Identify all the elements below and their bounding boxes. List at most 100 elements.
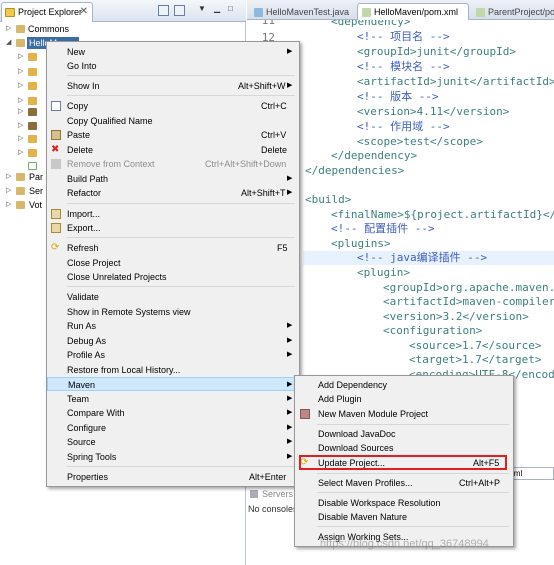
menu-item-properties[interactable]: Properties Alt+Enter bbox=[47, 470, 299, 484]
menu-item-disable-workspace-resolution[interactable]: Disable Workspace Resolution bbox=[295, 496, 513, 510]
java-file-icon bbox=[254, 8, 263, 17]
menu-item-show-in[interactable]: Show In Alt+Shift+W ▶ bbox=[47, 79, 299, 93]
menu-item-maven[interactable]: Maven ▶ bbox=[47, 377, 299, 391]
import-icon bbox=[51, 209, 61, 219]
menu-item-build-path[interactable]: Build Path ▶ bbox=[47, 172, 299, 186]
code-line: <groupId>org.apache.maven. bbox=[383, 281, 554, 294]
close-icon[interactable]: ✕ bbox=[80, 6, 88, 17]
tree-item-parent[interactable]: ▷ Par bbox=[0, 171, 46, 183]
menu-item-import[interactable]: Import... bbox=[47, 207, 299, 221]
project-icon bbox=[16, 173, 25, 181]
menu-item-label: Debug As bbox=[67, 336, 107, 346]
collapse-icon[interactable]: ◢ bbox=[6, 37, 11, 49]
expand-icon[interactable]: ▷ bbox=[18, 106, 23, 118]
menu-item-copy-qualified-name[interactable]: Copy Qualified Name bbox=[47, 114, 299, 128]
menu-item-shortcut: Ctrl+Alt+P bbox=[459, 478, 501, 488]
menu-item-run-as[interactable]: Run As ▶ bbox=[47, 319, 299, 333]
menu-item-paste[interactable]: Paste Ctrl+V bbox=[47, 128, 299, 142]
tab-hellomaventest-java[interactable]: HelloMavenTest.java bbox=[249, 3, 355, 20]
expand-icon[interactable]: ▷ bbox=[18, 147, 23, 159]
minimize-icon[interactable]: ▁ bbox=[214, 4, 225, 15]
code-line: <target>1.7</target> bbox=[409, 353, 542, 366]
menu-item-refresh[interactable]: ⟳ Refresh F5 bbox=[47, 241, 299, 255]
expand-icon[interactable]: ▷ bbox=[6, 171, 11, 183]
menu-separator bbox=[317, 473, 509, 474]
link-with-editor-icon[interactable] bbox=[174, 5, 185, 16]
expand-icon[interactable]: ▷ bbox=[18, 51, 23, 63]
project-icon bbox=[16, 201, 25, 209]
menu-item-show-in-remote-systems[interactable]: Show in Remote Systems view bbox=[47, 305, 299, 319]
menu-item-close-project[interactable]: Close Project bbox=[47, 256, 299, 270]
tree-item-label: Ser bbox=[29, 186, 44, 196]
expand-icon[interactable]: ▷ bbox=[6, 199, 11, 211]
tab-label: Servers bbox=[262, 489, 294, 499]
menu-item-team[interactable]: Team ▶ bbox=[47, 392, 299, 406]
menu-separator bbox=[67, 237, 295, 238]
tree-item-service[interactable]: ▷ Ser bbox=[0, 185, 46, 197]
menu-item-new[interactable]: New ▶ bbox=[47, 45, 299, 59]
menu-item-go-into[interactable]: Go Into bbox=[47, 59, 299, 73]
menu-item-label: Configure bbox=[67, 423, 107, 433]
menu-item-spring-tools[interactable]: Spring Tools ▶ bbox=[47, 450, 299, 464]
menu-separator bbox=[317, 424, 509, 425]
submenu-arrow-icon: ▶ bbox=[287, 337, 293, 344]
expand-icon[interactable]: ▷ bbox=[6, 23, 11, 35]
tab-parentproject-pom[interactable]: ParentProject/po bbox=[471, 3, 554, 20]
submenu-arrow-icon: ▶ bbox=[287, 175, 293, 182]
menu-item-new-maven-module-project[interactable]: New Maven Module Project bbox=[295, 407, 513, 421]
menu-item-refactor[interactable]: Refactor Alt+Shift+T ▶ bbox=[47, 186, 299, 200]
expand-icon[interactable]: ▷ bbox=[18, 120, 23, 132]
menu-item-label: Import... bbox=[67, 209, 101, 219]
project-icon bbox=[16, 187, 25, 195]
code-line: <configuration> bbox=[383, 324, 483, 337]
menu-item-validate[interactable]: Validate bbox=[47, 290, 299, 304]
collapse-all-icon[interactable] bbox=[158, 5, 169, 16]
menu-item-copy[interactable]: Copy Ctrl+C bbox=[47, 99, 299, 113]
menu-item-export[interactable]: Export... bbox=[47, 221, 299, 235]
menu-separator bbox=[67, 286, 295, 287]
tab-pom-xml[interactable]: HelloMaven/pom.xml bbox=[357, 3, 469, 20]
menu-item-profile-as[interactable]: Profile As ▶ bbox=[47, 348, 299, 362]
expand-icon[interactable]: ▷ bbox=[6, 185, 11, 197]
code-line: <groupId>junit</groupId> bbox=[357, 45, 516, 58]
expand-icon[interactable]: ▷ bbox=[18, 80, 23, 92]
menu-item-shortcut: Alt+Enter bbox=[249, 472, 287, 482]
menu-item-delete[interactable]: ✖ Delete Delete bbox=[47, 143, 299, 157]
view-menu-icon[interactable]: ▼ bbox=[198, 4, 209, 15]
menu-item-close-unrelated-projects[interactable]: Close Unrelated Projects bbox=[47, 270, 299, 284]
export-icon bbox=[51, 223, 61, 233]
menu-item-label: Refresh bbox=[67, 243, 99, 253]
tree-item-label: Par bbox=[29, 172, 44, 182]
maximize-icon[interactable]: □ bbox=[228, 4, 239, 15]
menu-item-restore-local-history[interactable]: Restore from Local History... bbox=[47, 363, 299, 377]
submenu-arrow-icon: ▶ bbox=[287, 189, 293, 196]
menu-item-label: Run As bbox=[67, 321, 97, 331]
code-line: <plugin> bbox=[357, 266, 410, 279]
menu-item-disable-maven-nature[interactable]: Disable Maven Nature bbox=[295, 510, 513, 524]
menu-item-compare-with[interactable]: Compare With ▶ bbox=[47, 406, 299, 420]
menu-item-download-javadoc[interactable]: Download JavaDoc bbox=[295, 427, 513, 441]
code-line: <scope>test</scope> bbox=[357, 135, 483, 148]
menu-item-download-sources[interactable]: Download Sources bbox=[295, 441, 513, 455]
tree-item-vote[interactable]: ▷ Vot bbox=[0, 199, 46, 211]
menu-item-shortcut: Ctrl+Alt+Shift+Down bbox=[205, 159, 287, 169]
menu-item-debug-as[interactable]: Debug As ▶ bbox=[47, 334, 299, 348]
copy-icon bbox=[51, 101, 61, 111]
menu-item-label: Restore from Local History... bbox=[67, 365, 181, 375]
submenu-arrow-icon: ▶ bbox=[287, 48, 293, 55]
menu-item-add-dependency[interactable]: Add Dependency bbox=[295, 378, 513, 392]
project-explorer-tab[interactable]: Project Explorer ✕ bbox=[1, 2, 93, 22]
menu-item-label: Paste bbox=[67, 130, 91, 140]
menu-item-label: Maven bbox=[68, 380, 96, 390]
refresh-icon: ⟳ bbox=[51, 242, 60, 253]
menu-item-configure[interactable]: Configure ▶ bbox=[47, 421, 299, 435]
menu-item-shortcut: F5 bbox=[277, 243, 288, 253]
menu-item-add-plugin[interactable]: Add Plugin bbox=[295, 392, 513, 406]
menu-item-source[interactable]: Source ▶ bbox=[47, 435, 299, 449]
maven-module-icon bbox=[300, 409, 310, 419]
remove-context-icon bbox=[51, 159, 61, 169]
expand-icon[interactable]: ▷ bbox=[18, 133, 23, 145]
tree-item-commons[interactable]: ▷ Commons bbox=[0, 23, 246, 35]
menu-item-select-maven-profiles[interactable]: Select Maven Profiles... Ctrl+Alt+P bbox=[295, 476, 513, 490]
expand-icon[interactable]: ▷ bbox=[18, 66, 23, 78]
